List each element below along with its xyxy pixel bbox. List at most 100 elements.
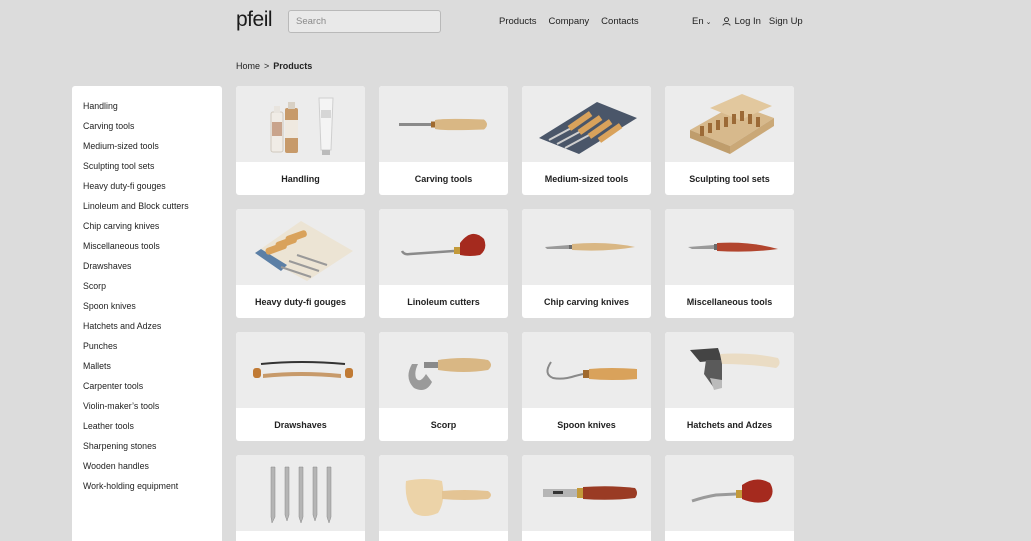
product-image: [236, 332, 365, 408]
product-image: [665, 86, 794, 162]
product-label: Heavy duty-fi gouges: [254, 296, 346, 307]
language-selector[interactable]: En ⌄: [692, 16, 712, 27]
product-label: [236, 531, 365, 541]
tool-box-icon: [689, 94, 774, 154]
breadcrumb-current: Products: [273, 61, 313, 71]
sidebar-item-sculpting-tool-sets[interactable]: Sculpting tool sets: [72, 161, 222, 181]
sidebar-item-drawshaves[interactable]: Drawshaves: [72, 261, 222, 281]
product-card-linoleum-cutters[interactable]: Linoleum cutters: [379, 209, 508, 318]
sidebar-item-sharpening-stones[interactable]: Sharpening stones: [72, 441, 222, 461]
sidebar-item-wooden-handles[interactable]: Wooden handles: [72, 461, 222, 481]
sidebar-item-hatchets-adzes[interactable]: Hatchets and Adzes: [72, 321, 222, 341]
product-label: Drawshaves: [274, 419, 327, 430]
sidebar-item-leather-tools[interactable]: Leather tools: [72, 421, 222, 441]
product-card-carpenter-tools[interactable]: [522, 455, 651, 541]
nav-contacts[interactable]: Contacts: [601, 16, 639, 27]
chisel-icon: [398, 118, 487, 131]
spoon-knife-icon: [546, 361, 637, 380]
product-card-carving-tools[interactable]: Carving tools: [379, 86, 508, 195]
product-image: [379, 209, 508, 285]
scorp-icon: [407, 358, 491, 390]
product-label: [522, 531, 651, 541]
linoleum-cutter-icon: [400, 233, 485, 256]
adze-icon: [689, 348, 780, 390]
nav-products[interactable]: Products: [499, 16, 537, 27]
sidebar-item-work-holding-equipment[interactable]: Work-holding equipment: [72, 481, 222, 501]
user-icon: [721, 17, 731, 26]
product-label: Sculpting tool sets: [689, 173, 770, 184]
product-image: [379, 455, 508, 531]
sidebar-item-chip-carving-knives[interactable]: Chip carving knives: [72, 221, 222, 241]
signup-link[interactable]: Sign Up: [769, 16, 803, 27]
product-image: [236, 209, 365, 285]
sidebar-item-scorp[interactable]: Scorp: [72, 281, 222, 301]
product-image: [522, 209, 651, 285]
breadcrumb: Home > Products: [236, 61, 312, 71]
login-link[interactable]: Log In: [721, 16, 761, 27]
search-input[interactable]: [288, 10, 441, 33]
product-label: Linoleum cutters: [407, 296, 480, 307]
gouge-roll-icon: [254, 221, 353, 281]
violin-knife-icon: [691, 479, 773, 503]
sidebar-item-spoon-knives[interactable]: Spoon knives: [72, 301, 222, 321]
language-label: En: [692, 16, 704, 27]
product-card-handling[interactable]: Handling: [236, 86, 365, 195]
chevron-down-icon: ⌄: [705, 18, 712, 26]
sidebar-item-miscellaneous-tools[interactable]: Miscellaneous tools: [72, 241, 222, 261]
product-label: Miscellaneous tools: [686, 296, 773, 307]
product-label: [379, 531, 508, 541]
breadcrumb-separator: >: [264, 61, 270, 71]
sidebar-item-punches[interactable]: Punches: [72, 341, 222, 361]
product-image: [379, 332, 508, 408]
product-label: Handling: [281, 173, 320, 184]
product-image: [665, 332, 794, 408]
misc-knife-icon: [687, 242, 778, 252]
sidebar-item-heavy-duty-gouges[interactable]: Heavy duty-fi gouges: [72, 181, 222, 201]
product-card-drawshaves[interactable]: Drawshaves: [236, 332, 365, 441]
product-card-medium-sized-tools[interactable]: Medium-sized tools: [522, 86, 651, 195]
sidebar-item-handling[interactable]: Handling: [72, 101, 222, 121]
sidebar-item-mallets[interactable]: Mallets: [72, 361, 222, 381]
product-card-hatchets-adzes[interactable]: Hatchets and Adzes: [665, 332, 794, 441]
product-card-punches[interactable]: [236, 455, 365, 541]
account-nav: En ⌄ Log In Sign Up: [692, 16, 803, 27]
product-label: Scorp: [430, 419, 457, 430]
product-image: [665, 209, 794, 285]
product-image: [236, 455, 365, 531]
product-card-heavy-duty-gouges[interactable]: Heavy duty-fi gouges: [236, 209, 365, 318]
sidebar-item-carpenter-tools[interactable]: Carpenter tools: [72, 381, 222, 401]
sidebar-item-linoleum-block-cutters[interactable]: Linoleum and Block cutters: [72, 201, 222, 221]
product-label: Carving tools: [414, 173, 473, 184]
chip-knife-icon: [544, 243, 635, 251]
login-label: Log In: [734, 16, 761, 27]
product-label: [665, 531, 794, 541]
product-image: [522, 86, 651, 162]
product-card-chip-carving-knives[interactable]: Chip carving knives: [522, 209, 651, 318]
product-card-sculpting-tool-sets[interactable]: Sculpting tool sets: [665, 86, 794, 195]
punches-icon: [270, 466, 331, 524]
main-nav: Products Company Contacts: [499, 16, 651, 27]
carpenter-chisel-icon: [542, 486, 637, 500]
product-grid: Handling Carving tools Medium-sized tool…: [236, 86, 796, 541]
sidebar-item-violin-makers-tools[interactable]: Violin-maker’s tools: [72, 401, 222, 421]
product-image: [522, 455, 651, 531]
tool-roll-icon: [538, 102, 637, 154]
category-sidebar: Handling Carving tools Medium-sized tool…: [72, 86, 222, 541]
product-image: [522, 332, 651, 408]
sidebar-item-carving-tools[interactable]: Carving tools: [72, 121, 222, 141]
product-card-miscellaneous-tools[interactable]: Miscellaneous tools: [665, 209, 794, 318]
product-card-mallets[interactable]: [379, 455, 508, 541]
bottles-icon: [270, 97, 334, 155]
product-card-violin-makers-tools[interactable]: [665, 455, 794, 541]
product-card-spoon-knives[interactable]: Spoon knives: [522, 332, 651, 441]
product-label: Chip carving knives: [543, 296, 630, 307]
sidebar-item-medium-sized-tools[interactable]: Medium-sized tools: [72, 141, 222, 161]
product-label: Spoon knives: [557, 419, 616, 430]
product-card-scorp[interactable]: Scorp: [379, 332, 508, 441]
logo[interactable]: pfeil: [236, 8, 273, 32]
mallet-icon: [405, 479, 491, 516]
product-image: [379, 86, 508, 162]
nav-company[interactable]: Company: [549, 16, 590, 27]
breadcrumb-home[interactable]: Home: [236, 61, 260, 71]
product-image: [236, 86, 365, 162]
